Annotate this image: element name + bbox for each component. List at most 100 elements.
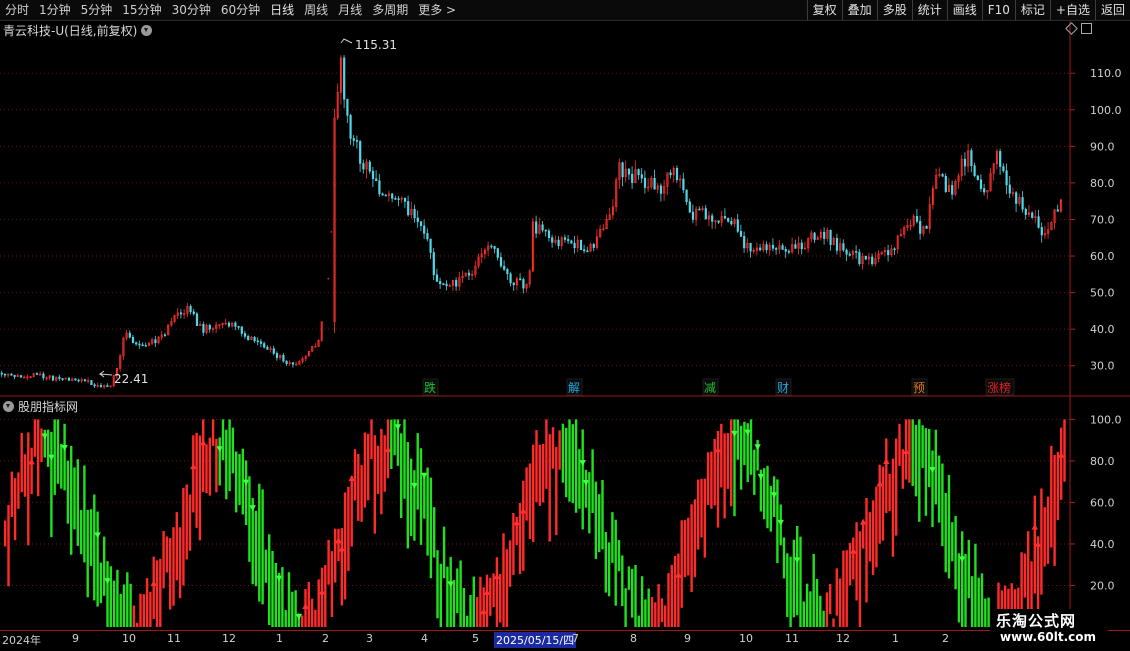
indicator-bar (598, 494, 601, 553)
indicator-bar (1056, 451, 1060, 520)
indicator-bar (60, 443, 63, 489)
indicator-bar (931, 450, 934, 528)
indicator-bar (99, 562, 103, 604)
indicator-bar (512, 513, 515, 575)
restore-window-icon[interactable] (1081, 23, 1092, 34)
toolbar-button[interactable]: +自选 (1049, 0, 1095, 20)
period-tab[interactable]: 多周期 (367, 0, 413, 20)
toolbar-button[interactable]: 多股 (876, 0, 912, 20)
candle (999, 151, 1002, 167)
indicator-bar (766, 465, 769, 529)
candle (131, 336, 135, 343)
candle (355, 140, 359, 142)
period-tab[interactable]: 分时 (0, 0, 34, 20)
toolbar-button[interactable]: 画线 (946, 0, 982, 20)
indicator-bar (565, 427, 568, 498)
dropdown-circle-icon[interactable] (141, 25, 153, 36)
toolbar-button[interactable]: 复权 (806, 0, 842, 20)
indicator-bar (426, 467, 429, 556)
candle (979, 179, 983, 189)
indicator-bar (126, 572, 129, 627)
indicator-bar (819, 595, 822, 627)
indicator-bar (320, 567, 324, 627)
period-tab[interactable]: 日线 (265, 0, 299, 20)
candle (739, 231, 743, 237)
indicator-bar (403, 419, 406, 499)
event-marker[interactable]: 减 (702, 378, 719, 396)
toolbar-button[interactable]: 叠加 (841, 0, 877, 20)
candle (567, 239, 570, 242)
period-tab[interactable]: 60分钟 (216, 0, 265, 20)
indicator-bar (56, 419, 60, 484)
candle (141, 344, 144, 347)
indicator-bar (535, 430, 538, 503)
indicator-bar (640, 576, 644, 627)
candle (1031, 212, 1034, 218)
toolbar-button[interactable]: 标记 (1014, 0, 1050, 20)
indicator-bar (667, 573, 670, 627)
indicator-bar (10, 471, 13, 517)
indicator-bar (139, 593, 142, 627)
candle (349, 115, 352, 139)
indicator-bar (522, 480, 525, 571)
indicator-bar (53, 419, 56, 495)
indicator-bar (192, 435, 195, 513)
candle (1008, 184, 1011, 194)
indicator-bar (119, 593, 122, 627)
indicator-bar (248, 476, 251, 562)
indicator-bar (433, 507, 436, 558)
period-tab[interactable]: 更多 > (413, 0, 461, 20)
indicator-bar (330, 551, 334, 618)
indicator-bar (601, 480, 604, 550)
indicator-bar (17, 472, 20, 509)
indicator-bar (363, 432, 367, 508)
candle (99, 385, 103, 388)
event-marker[interactable]: 涨榜 (985, 378, 1015, 396)
candle (963, 158, 967, 167)
indicator-bar (716, 430, 720, 528)
indicator-bar (466, 615, 469, 627)
down-arrow-icon (754, 444, 761, 451)
dropdown-circle-icon[interactable] (3, 401, 14, 412)
candle (208, 324, 211, 330)
candle (512, 282, 515, 286)
event-marker[interactable]: 财 (775, 378, 792, 396)
candle (855, 251, 858, 253)
event-marker[interactable]: 解 (566, 378, 583, 396)
candle (659, 185, 663, 194)
indicator-bar (502, 533, 505, 627)
indicator-bar (792, 539, 796, 618)
event-marker[interactable]: 预 (911, 378, 928, 396)
candle (583, 249, 586, 252)
period-tab[interactable]: 月线 (333, 0, 367, 20)
price-chart-panel[interactable]: 青云科技-U(日线,前复权) 110.0 100.0 90.0 80.0 70.0 60.… (0, 21, 1130, 397)
indicator-bar (951, 522, 954, 562)
toolbar-button[interactable]: 统计 (911, 0, 947, 20)
indicator-bar (13, 478, 17, 541)
candle (90, 380, 93, 386)
toolbar-button[interactable]: F10 (981, 0, 1015, 20)
indicator-bar (934, 429, 937, 505)
diamond-icon[interactable] (1065, 22, 1078, 35)
date-label: 2 (322, 632, 329, 645)
period-tab[interactable]: 周线 (299, 0, 333, 20)
indicator-bar (287, 572, 291, 627)
candle (346, 98, 349, 116)
indicator-bar (169, 538, 172, 610)
candle (275, 353, 279, 358)
event-marker[interactable]: 跌 (422, 378, 439, 396)
indicator-bar (739, 425, 743, 490)
indicator-bar (591, 449, 594, 514)
indicator-bar (347, 486, 350, 571)
indicator-panel[interactable]: 股朋指标网 100.0 80.0 60.0 40.0 20.0 (0, 397, 1130, 629)
indicator-bar (238, 454, 241, 506)
indicator-bar (584, 469, 588, 508)
period-tab[interactable]: 5分钟 (76, 0, 118, 20)
period-tab[interactable]: 1分钟 (34, 0, 76, 20)
toolbar-button[interactable]: 返回 (1094, 0, 1130, 20)
period-tab[interactable]: 15分钟 (117, 0, 166, 20)
indicator-bar (700, 478, 703, 538)
period-tab[interactable]: 30分钟 (167, 0, 216, 20)
indicator-bar (165, 536, 169, 573)
candle (407, 201, 410, 216)
